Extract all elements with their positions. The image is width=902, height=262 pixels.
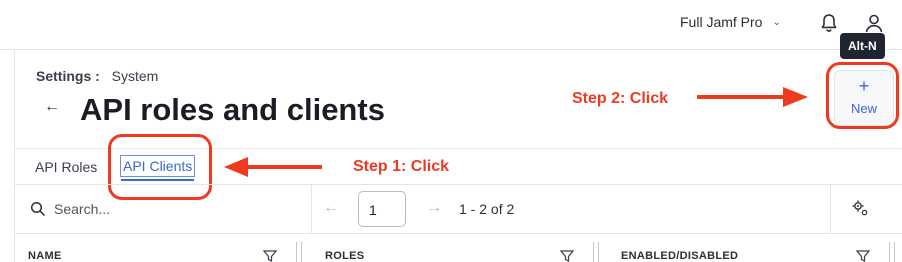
- filter-icon[interactable]: [856, 250, 870, 262]
- search-bar: [14, 185, 312, 233]
- column-resize-handle[interactable]: [296, 242, 302, 262]
- column-header-roles[interactable]: ROLES: [325, 250, 364, 262]
- table-settings: [830, 185, 902, 233]
- divider: [14, 233, 902, 234]
- column-resize-handle[interactable]: [593, 242, 599, 262]
- search-input[interactable]: [54, 197, 294, 221]
- new-tooltip: Alt-N: [840, 33, 885, 59]
- step2-arrow: [697, 87, 808, 107]
- bell-icon[interactable]: [818, 12, 840, 34]
- filter-icon[interactable]: [263, 250, 277, 262]
- column-header-name[interactable]: NAME: [28, 250, 62, 262]
- step1-annotation: Step 1: Click: [353, 158, 450, 175]
- step1-arrow: [224, 157, 322, 177]
- environment-label: Full Jamf Pro: [680, 14, 763, 30]
- step2-annotation: Step 2: Click: [572, 90, 669, 107]
- user-icon[interactable]: [863, 12, 885, 34]
- back-arrow-icon[interactable]: ←: [44, 98, 60, 116]
- chevron-down-icon: ⌄: [772, 16, 781, 28]
- page-count: 1 - 2 of 2: [459, 201, 515, 217]
- gear-icon[interactable]: [851, 199, 869, 217]
- breadcrumb: Settings : System: [36, 68, 158, 84]
- column-header-enabled[interactable]: ENABLED/DISABLED: [621, 250, 738, 262]
- breadcrumb-page[interactable]: System: [112, 68, 159, 84]
- tab-api-roles[interactable]: API Roles: [35, 159, 97, 175]
- prev-page-icon[interactable]: ←: [323, 199, 339, 217]
- environment-dropdown[interactable]: Full Jamf Pro ⌄: [680, 14, 781, 30]
- column-resize-handle[interactable]: [889, 242, 895, 262]
- breadcrumb-section[interactable]: Settings :: [36, 68, 100, 84]
- filter-icon[interactable]: [560, 250, 574, 262]
- next-page-icon[interactable]: →: [426, 199, 442, 217]
- annotation-circle-new: [826, 62, 899, 129]
- search-icon: [30, 201, 46, 217]
- page-title: API roles and clients: [80, 92, 385, 127]
- page-number-input[interactable]: 1: [358, 191, 406, 227]
